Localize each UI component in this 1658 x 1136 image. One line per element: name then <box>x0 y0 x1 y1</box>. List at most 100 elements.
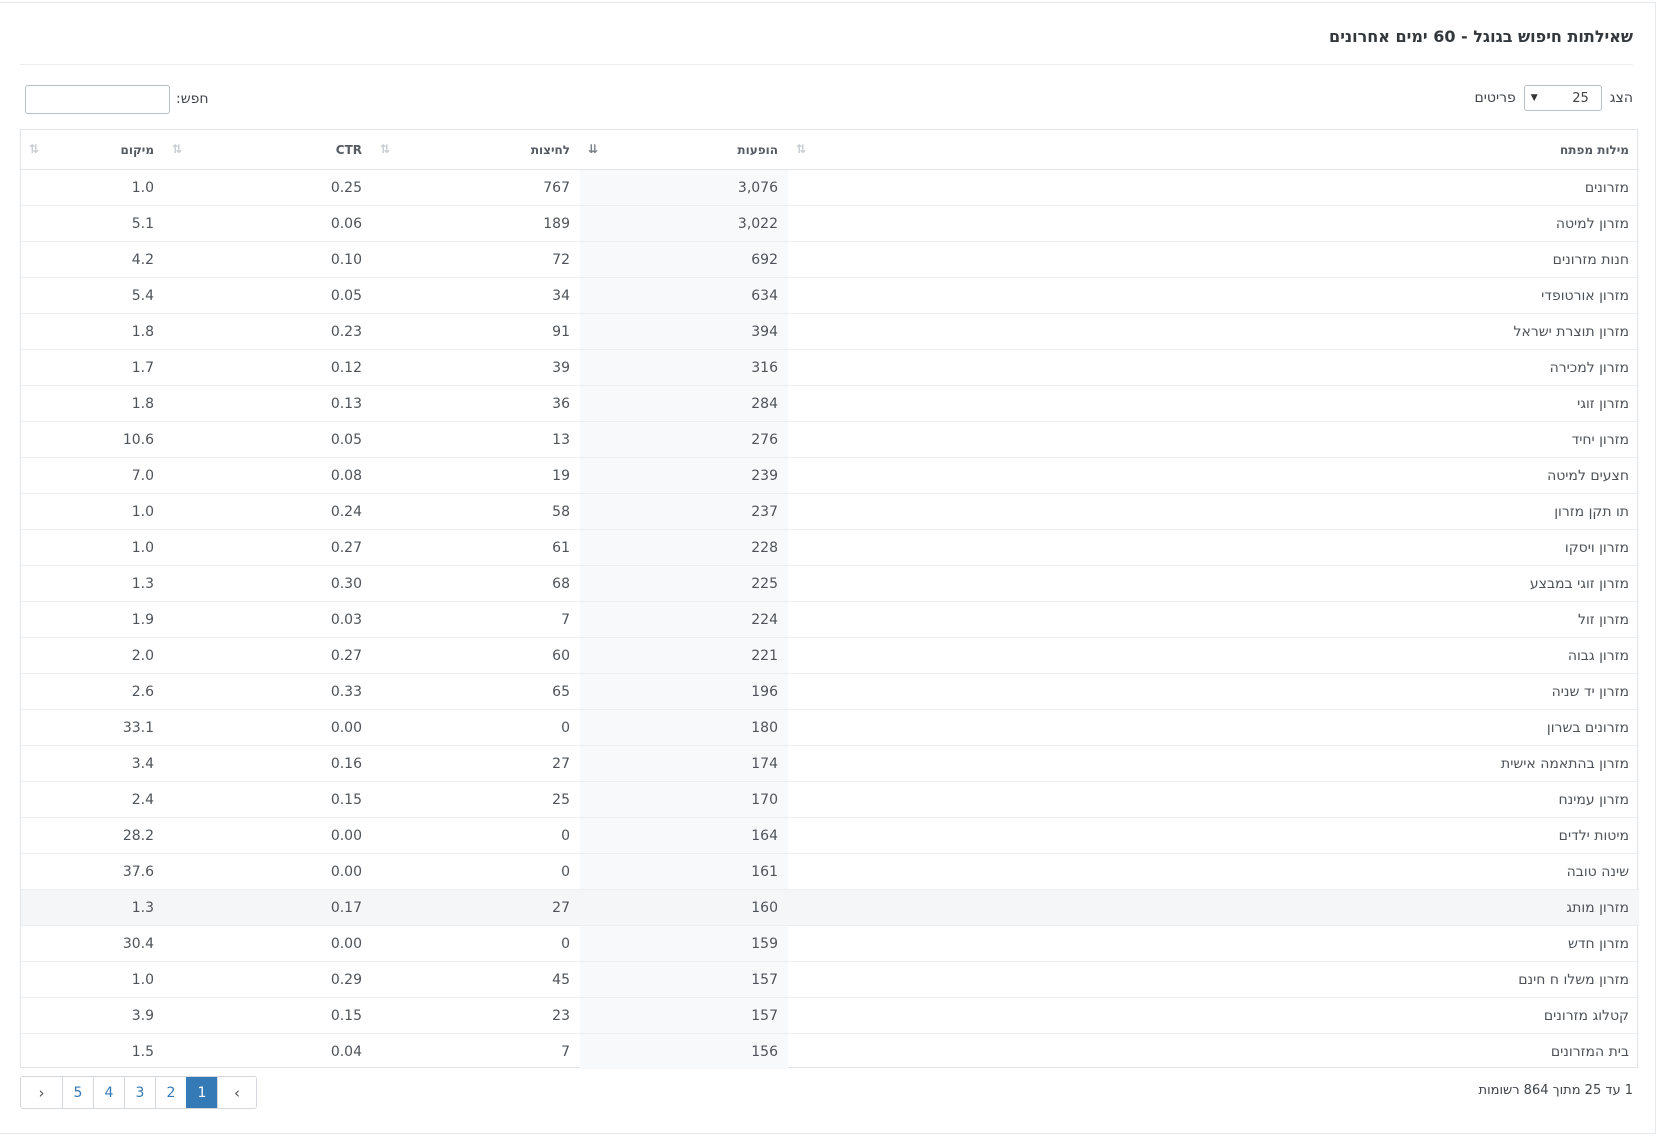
table-cell: 161 <box>580 853 788 890</box>
column-header-0[interactable]: מילות מפתח ⇅ <box>788 130 1639 170</box>
title-divider <box>20 64 1633 65</box>
data-table-wrapper: מילות מפתח ⇅ הופעות ⇊ לחיצות ⇅ CTR ⇅ מיקום ⇅ מזרו… <box>20 129 1639 1069</box>
table-cell: חצעים למיטה <box>788 457 1639 494</box>
column-header-4[interactable]: מיקום ⇅ <box>21 130 164 170</box>
table-cell: 0.00 <box>164 709 372 746</box>
table-cell: 0.30 <box>164 565 372 602</box>
table-cell: 3.4 <box>21 745 164 782</box>
table-cell: 5.1 <box>21 205 164 242</box>
table-cell: 1.0 <box>21 961 164 998</box>
table-row: מזרון זוגי במבצע 225 68 0.30 1.3 <box>21 565 1639 602</box>
table-cell: 0.23 <box>164 313 372 350</box>
table-cell: מזרון ויסקו <box>788 529 1639 566</box>
table-cell: 1.0 <box>21 493 164 530</box>
table-cell: 634 <box>580 277 788 314</box>
table-cell: 0 <box>372 853 580 890</box>
search-input[interactable] <box>25 84 170 114</box>
pagination-page-5[interactable]: 5 <box>62 1077 93 1108</box>
report-panel: שאילתות חיפוש בגוגל - 60 ימים אחרונים הצ… <box>0 2 1656 1134</box>
table-cell: 0.17 <box>164 889 372 926</box>
table-row: מזרון זול 224 7 0.03 1.9 <box>21 601 1639 638</box>
table-cell: מזרון מותג <box>788 889 1639 926</box>
table-row: מזרון יד שניה 196 65 0.33 2.6 <box>21 673 1639 710</box>
pagination-page-2[interactable]: 2 <box>155 1077 186 1108</box>
table-cell: 160 <box>580 889 788 926</box>
table-cell: 19 <box>372 457 580 494</box>
column-header-3[interactable]: CTR ⇅ <box>164 130 372 170</box>
table-cell: מזרון אורטופדי <box>788 277 1639 314</box>
table-row: תו תקן מזרון 237 58 0.24 1.0 <box>21 493 1639 530</box>
table-cell: מזרון משלו ח חינם <box>788 961 1639 998</box>
table-cell: 1.0 <box>131 179 154 196</box>
column-header-1[interactable]: הופעות ⇊ <box>580 130 788 170</box>
table-cell: מזרון יחיד <box>788 421 1639 458</box>
table-cell: 0.08 <box>164 457 372 494</box>
search-label: חפש: <box>176 91 209 107</box>
column-header-2[interactable]: לחיצות ⇅ <box>372 130 580 170</box>
table-cell: 224 <box>580 601 788 638</box>
table-cell: 0.16 <box>164 745 372 782</box>
pagination: › 5 4 3 2 1 ‹ <box>20 1076 257 1109</box>
table-cell: 0.00 <box>164 817 372 854</box>
table-cell: 27 <box>372 745 580 782</box>
page-length-select[interactable]: ▼ 25 <box>1523 85 1602 111</box>
column-header-label: הופעות <box>737 142 778 157</box>
table-cell: 3.9 <box>21 997 164 1034</box>
table-cell: 394 <box>580 313 788 350</box>
table-row: מזרון ויסקו 228 61 0.27 1.0 <box>21 529 1639 566</box>
table-cell: 37.6 <box>21 853 164 890</box>
table-cell: 284 <box>580 385 788 422</box>
table-cell: 228 <box>580 529 788 566</box>
table-cell: מזרון זוגי במבצע <box>788 565 1639 602</box>
table-cell: 60 <box>372 637 580 674</box>
table-row: מזרון אורטופדי 634 34 0.05 5.4 <box>21 277 1639 314</box>
table-cell: 1.3 <box>21 889 164 926</box>
table-cell: 0.24 <box>164 493 372 530</box>
table-cell: 5.4 <box>21 277 164 314</box>
pagination-page-4[interactable]: 4 <box>93 1077 124 1108</box>
table-cell: 1.8 <box>21 385 164 422</box>
page-length-prefix: הצג <box>1609 90 1633 106</box>
table-cell: 0.05 <box>164 421 372 458</box>
table-cell: 237 <box>580 493 788 530</box>
table-cell: 225 <box>580 565 788 602</box>
table-row: קטלוג מזרונים 157 23 0.15 3.9 <box>21 997 1639 1034</box>
table-row: מזרונים בשרון 180 0 0.00 33.1 <box>21 709 1639 746</box>
table-row: מיטות ילדים 164 0 0.00 28.2 <box>21 817 1639 854</box>
table-cell: 174 <box>580 745 788 782</box>
table-cell: בית המזרונים <box>788 1033 1639 1069</box>
table-cell: 2.4 <box>21 781 164 818</box>
table-cell: מזרון זוגי <box>788 385 1639 422</box>
table-cell: 0.05 <box>164 277 372 314</box>
table-cell: 276 <box>580 421 788 458</box>
pagination-page-3[interactable]: 3 <box>124 1077 155 1108</box>
table-cell: 61 <box>372 529 580 566</box>
pagination-next-button[interactable]: › <box>21 1077 62 1108</box>
table-row: מזרון חדש 159 0 0.00 30.4 <box>21 925 1639 962</box>
table-cell: 7 <box>372 1033 580 1069</box>
table-cell: מזרון יד שניה <box>788 673 1639 710</box>
table-cell: 30.4 <box>21 925 164 962</box>
pagination-prev-button[interactable]: ‹ <box>217 1077 256 1108</box>
table-cell: 0.00 <box>164 853 372 890</box>
table-cell: 39 <box>372 349 580 386</box>
table-row: מזרון מותג 160 27 0.17 1.3 <box>21 889 1639 926</box>
table-cell: 164 <box>580 817 788 854</box>
table-info: 1 עד 25 מתוך 864 רשומות <box>1478 1083 1633 1098</box>
pagination-page-1[interactable]: 1 <box>186 1077 217 1108</box>
table-cell: 0 <box>372 817 580 854</box>
table-cell: 1.8 <box>21 313 164 350</box>
table-cell: 58 <box>372 493 580 530</box>
table-cell: 13 <box>372 421 580 458</box>
column-header-label: מילות מפתח <box>1560 142 1629 157</box>
table-cell: 767 <box>543 179 570 196</box>
table-cell: 1.0 <box>21 529 164 566</box>
sort-icon: ⇅ <box>29 142 39 156</box>
table-body: מזרונים 3,076 767 0.25 1.0 מזרון למיטה 3,022 18… <box>21 169 1639 1069</box>
table-cell: 34 <box>372 277 580 314</box>
table-cell: חנות מזרונים <box>788 241 1639 278</box>
search-queries-table: מילות מפתח ⇅ הופעות ⇊ לחיצות ⇅ CTR ⇅ מיקום ⇅ מזרו… <box>21 130 1639 1069</box>
table-cell: 1.3 <box>21 565 164 602</box>
table-cell: 159 <box>580 925 788 962</box>
table-cell: 156 <box>580 1033 788 1069</box>
